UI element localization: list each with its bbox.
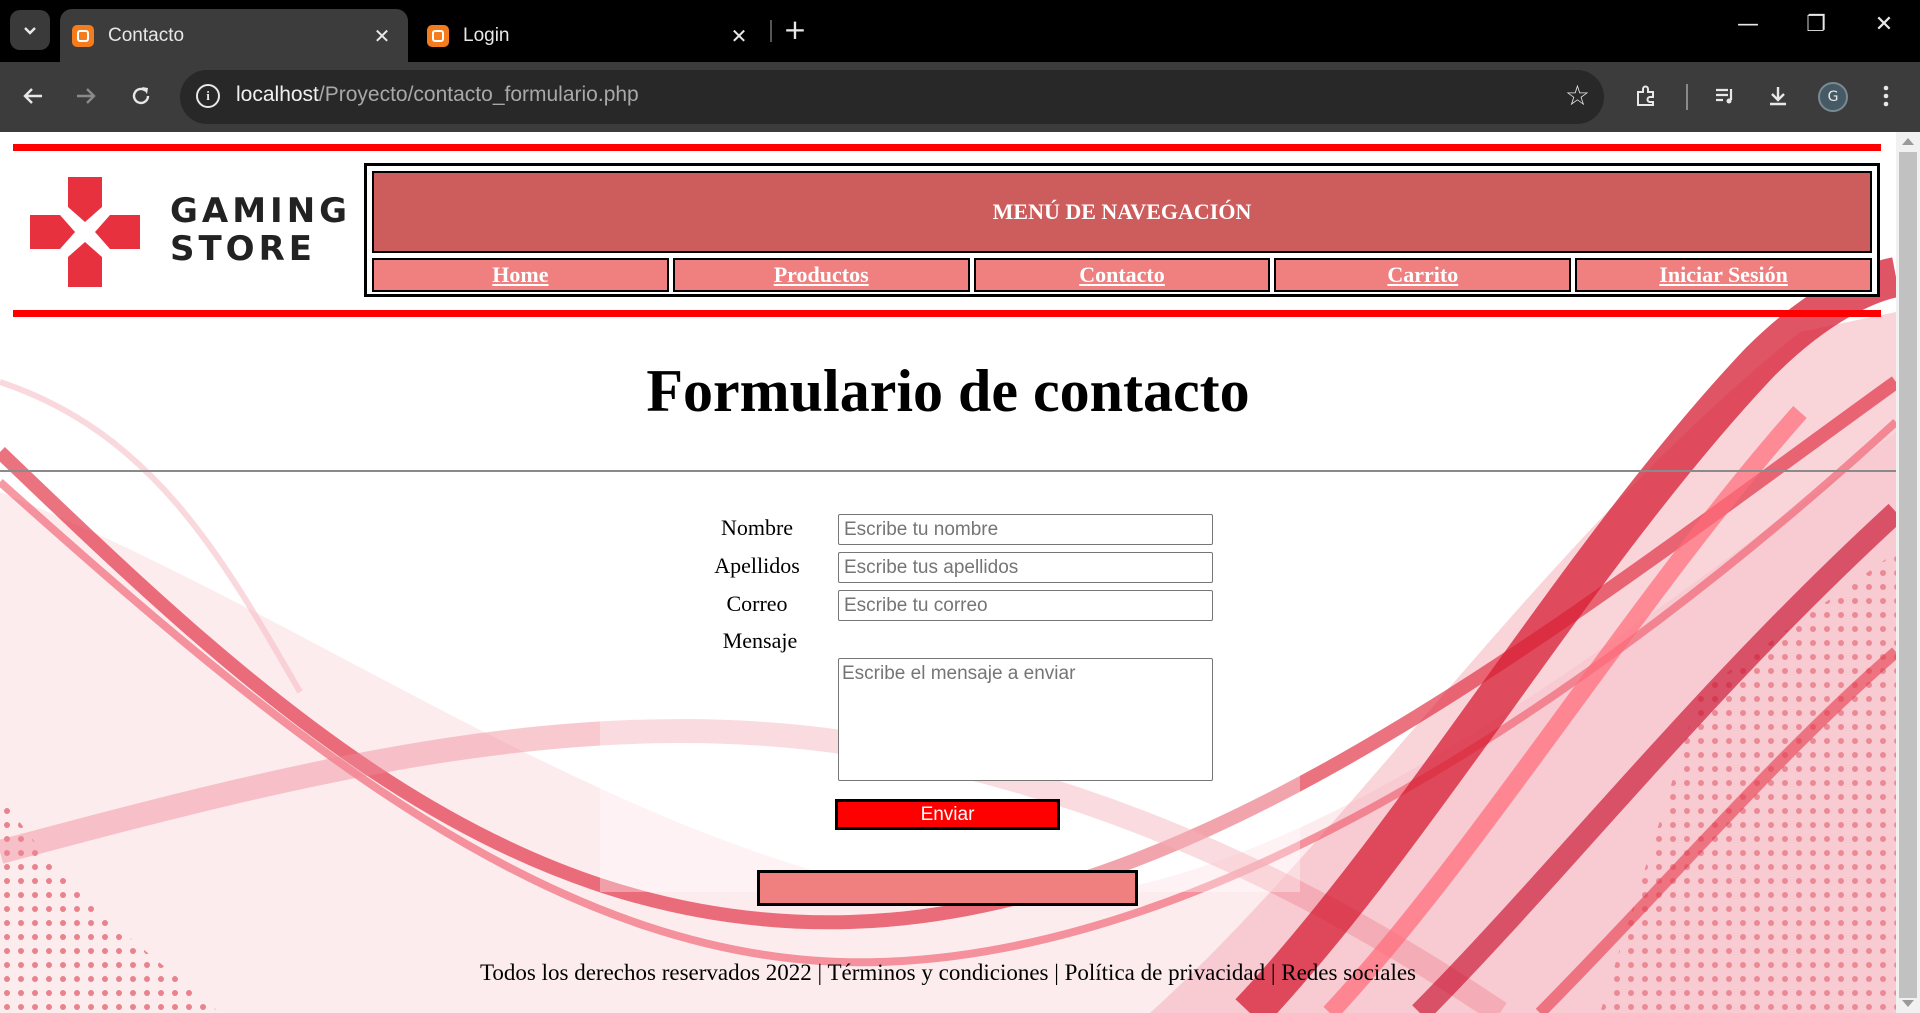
media-control-icon[interactable] xyxy=(1705,76,1745,116)
extensions-icon[interactable] xyxy=(1626,76,1666,116)
download-icon[interactable] xyxy=(1758,76,1798,116)
nav-link-iniciar-sesion[interactable]: Iniciar Sesión xyxy=(1575,258,1872,292)
tab-title: Contacto xyxy=(108,24,185,46)
empty-status-box xyxy=(757,870,1138,906)
xampp-favicon-icon xyxy=(72,24,94,47)
scroll-up-arrow-icon[interactable] xyxy=(1902,138,1914,145)
back-icon[interactable] xyxy=(13,76,53,116)
title-divider xyxy=(0,470,1896,472)
forward-icon[interactable] xyxy=(66,76,106,116)
nav-link-home[interactable]: Home xyxy=(372,258,669,292)
minimize-icon[interactable]: — xyxy=(1728,12,1768,37)
profile-avatar[interactable]: G xyxy=(1818,82,1848,112)
gaming-store-logo[interactable]: GAMING STORE xyxy=(30,177,347,287)
surname-input[interactable] xyxy=(838,552,1213,583)
scrollbar-thumb[interactable] xyxy=(1899,152,1917,998)
top-red-rule xyxy=(13,144,1881,151)
footer-text: Todos los derechos reservados 2022 | Tér… xyxy=(479,960,1417,985)
address-bar[interactable]: i localhost/Proyecto/contacto_formulario… xyxy=(180,70,1604,124)
reload-icon[interactable] xyxy=(121,76,161,116)
close-window-icon[interactable]: ✕ xyxy=(1864,12,1904,37)
xampp-favicon-icon xyxy=(427,24,449,47)
bookmark-star-icon[interactable]: ☆ xyxy=(1565,79,1590,112)
close-tab-icon[interactable]: ✕ xyxy=(725,24,753,48)
navigation-title: MENÚ DE NAVEGACIÓN xyxy=(372,171,1872,253)
gamepad-cross-logo-icon xyxy=(30,177,140,287)
tab-search-icon[interactable] xyxy=(10,10,50,50)
nav-link-productos[interactable]: Productos xyxy=(672,258,970,292)
tab-title: Login xyxy=(463,24,510,46)
new-tab-icon[interactable]: + xyxy=(780,13,810,46)
vertical-scrollbar[interactable] xyxy=(1896,132,1920,1013)
logo-text-store: STORE xyxy=(170,229,316,269)
menu-icon[interactable] xyxy=(1866,76,1906,116)
message-textarea[interactable] xyxy=(838,658,1213,781)
close-tab-icon[interactable]: ✕ xyxy=(368,24,396,48)
tab-separator xyxy=(770,20,772,42)
tab-contacto[interactable]: Contacto ✕ xyxy=(60,9,408,62)
restore-icon[interactable]: ❐ xyxy=(1796,12,1836,37)
name-input[interactable] xyxy=(838,514,1213,545)
page-title: Formulario de contacto xyxy=(646,358,1250,424)
name-label: Nombre xyxy=(720,515,794,540)
nav-link-carrito[interactable]: Carrito xyxy=(1274,258,1572,292)
nav-link-contacto[interactable]: Contacto xyxy=(973,258,1271,292)
url-host: localhost xyxy=(236,83,319,106)
send-button[interactable]: Enviar xyxy=(835,799,1060,830)
site-info-icon[interactable]: i xyxy=(196,84,220,108)
page-viewport: GAMING STORE MENÚ DE NAVEGACIÓN Home Pro… xyxy=(0,132,1896,1013)
navigation-menu: MENÚ DE NAVEGACIÓN Home Productos Contac… xyxy=(364,163,1880,297)
browser-toolbar: i localhost/Proyecto/contacto_formulario… xyxy=(0,62,1920,132)
email-input[interactable] xyxy=(838,590,1213,621)
navigation-links: Home Productos Contacto Carrito Iniciar … xyxy=(372,258,1872,292)
bottom-red-rule xyxy=(13,310,1881,317)
url-text: localhost/Proyecto/contacto_formulario.p… xyxy=(236,83,639,107)
toolbar-separator xyxy=(1686,84,1688,110)
scroll-down-arrow-icon[interactable] xyxy=(1902,1000,1914,1007)
logo-text-gaming: GAMING xyxy=(170,191,352,231)
tab-bar: Contacto ✕ Login ✕ + — ❐ ✕ xyxy=(0,0,1920,62)
url-path: /Proyecto/contacto_formulario.php xyxy=(318,83,639,106)
surname-label: Apellidos xyxy=(714,553,800,578)
email-label: Correo xyxy=(726,591,788,616)
message-label: Mensaje xyxy=(722,628,798,653)
tab-login[interactable]: Login ✕ xyxy=(415,9,765,62)
